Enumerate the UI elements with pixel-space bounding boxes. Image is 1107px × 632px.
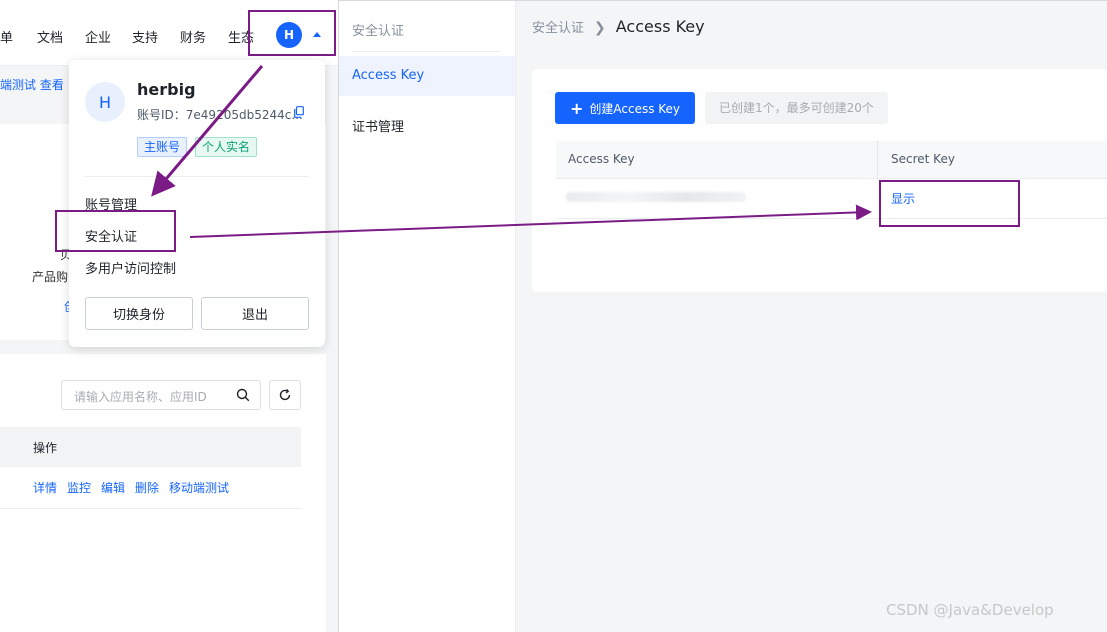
nav-item-docs[interactable]: 文档 bbox=[37, 27, 63, 46]
quota-hint: 已创建1个，最多可创建20个 bbox=[705, 92, 888, 124]
refresh-icon bbox=[279, 388, 291, 401]
action-edit-link[interactable]: 编辑 bbox=[101, 479, 125, 496]
app-table-header: 操作 bbox=[0, 427, 301, 467]
sidebar-item-certificates[interactable]: 证书管理 bbox=[352, 116, 404, 135]
search-icon[interactable] bbox=[236, 388, 250, 402]
watermark: CSDN @Java&Develop bbox=[886, 601, 1054, 619]
divider bbox=[85, 176, 309, 177]
background-console: 单 文档 企业 支持 财务 生态 H 端测试 查看 贝 产品购 创 请输入应用名… bbox=[0, 0, 338, 632]
security-auth-window: 安全认证 Access Key 证书管理 安全认证 ❯ Access Key + 创建… bbox=[338, 0, 1107, 632]
page-title: Access Key bbox=[615, 17, 705, 36]
top-navigation-bar: 单 文档 企业 支持 财务 生态 H bbox=[0, 0, 338, 66]
avatar: H bbox=[85, 82, 125, 122]
annotation-highlight-security-auth bbox=[55, 210, 176, 252]
column-header-access-key: Access Key bbox=[568, 152, 635, 166]
nav-item-enterprise[interactable]: 企业 bbox=[85, 27, 111, 46]
nav-item-support[interactable]: 支持 bbox=[132, 27, 158, 46]
app-search-input[interactable]: 请输入应用名称、应用ID bbox=[61, 380, 261, 410]
account-id: 账号ID：7e49205db5244c... bbox=[137, 108, 303, 122]
background-text-fragment: 产品购 bbox=[32, 270, 69, 284]
logout-button[interactable]: 退出 bbox=[201, 297, 309, 330]
table-header: Access Key Secret Key bbox=[556, 141, 1107, 179]
sidebar-item-access-key[interactable]: Access Key bbox=[339, 56, 515, 96]
breadcrumb-parent[interactable]: 安全认证 bbox=[532, 21, 584, 36]
access-key-value-redacted bbox=[566, 192, 746, 202]
create-button-label: 创建Access Key bbox=[589, 101, 681, 116]
access-key-card: + 创建Access Key 已创建1个，最多可创建20个 Access Key … bbox=[532, 69, 1107, 292]
nav-item-finance[interactable]: 财务 bbox=[180, 27, 206, 46]
chevron-right-icon: ❯ bbox=[594, 20, 606, 36]
badge-personal-verified: 个人实名 bbox=[195, 137, 258, 157]
security-sidebar: 安全认证 Access Key 证书管理 bbox=[339, 1, 516, 632]
background-links[interactable]: 端测试 查看 bbox=[0, 76, 64, 93]
switch-identity-button[interactable]: 切换身份 bbox=[85, 297, 193, 330]
divider bbox=[352, 51, 500, 52]
menu-item-access-control[interactable]: 多用户访问控制 bbox=[85, 258, 176, 277]
column-divider bbox=[877, 141, 878, 179]
user-dropdown-menu: H herbig 账号ID：7e49205db5244c... 主账号 个人实名… bbox=[69, 60, 325, 347]
breadcrumb: 安全认证 ❯ Access Key bbox=[532, 17, 705, 36]
badge-main-account: 主账号 bbox=[137, 137, 188, 157]
annotation-highlight-avatar bbox=[248, 10, 336, 56]
column-header-secret-key: Secret Key bbox=[891, 152, 955, 166]
table-row: 详情 监控 编辑 删除 移动端测试 bbox=[0, 467, 301, 509]
copy-icon[interactable] bbox=[294, 106, 304, 118]
action-monitor-link[interactable]: 监控 bbox=[67, 479, 91, 496]
user-name: herbig bbox=[137, 80, 196, 99]
nav-item-list[interactable]: 单 bbox=[0, 27, 13, 46]
search-placeholder: 请输入应用名称、应用ID bbox=[74, 390, 207, 404]
sidebar-title: 安全认证 bbox=[352, 24, 405, 39]
action-delete-link[interactable]: 删除 bbox=[135, 479, 159, 496]
action-details-link[interactable]: 详情 bbox=[33, 479, 57, 496]
action-mobile-test-link[interactable]: 移动端测试 bbox=[169, 479, 229, 496]
annotation-highlight-show-secret bbox=[879, 180, 1020, 227]
column-header-actions: 操作 bbox=[33, 441, 58, 455]
plus-icon: + bbox=[569, 98, 584, 118]
table-row: 显示 bbox=[556, 179, 1107, 219]
create-access-key-button[interactable]: + 创建Access Key bbox=[555, 92, 695, 124]
refresh-button[interactable] bbox=[269, 380, 301, 410]
